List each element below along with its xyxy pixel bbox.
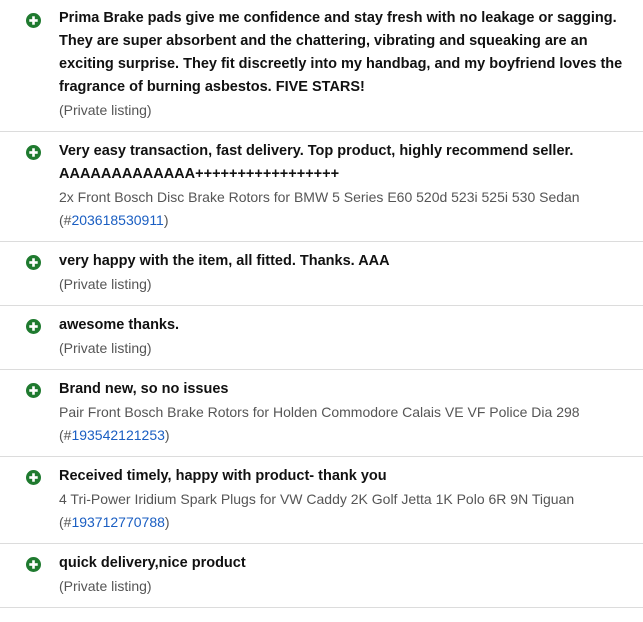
feedback-entry: quick delivery,nice product (Private lis… xyxy=(0,544,643,608)
item-number-close: ) xyxy=(164,514,170,530)
feedback-list: Prima Brake pads give me confidence and … xyxy=(0,0,643,608)
item-number-close: ) xyxy=(164,427,170,443)
feedback-comment: Received timely, happy with product- tha… xyxy=(59,468,387,484)
feedback-entry: Very easy transaction, fast delivery. To… xyxy=(0,132,643,242)
positive-feedback-icon xyxy=(26,557,41,572)
item-info: Pair Front Bosch Brake Rotors for Holden… xyxy=(59,401,635,447)
positive-feedback-icon xyxy=(26,145,41,160)
feedback-comment: Prima Brake pads give me confidence and … xyxy=(59,10,623,95)
item-number-link[interactable]: 203618530911 xyxy=(71,212,163,228)
item-title: 4 Tri-Power Iridium Spark Plugs for VW C… xyxy=(59,491,575,507)
item-info: 2x Front Bosch Disc Brake Rotors for BMW… xyxy=(59,186,635,232)
feedback-comment: very happy with the item, all fitted. Th… xyxy=(59,253,390,269)
private-listing-label: (Private listing) xyxy=(59,276,152,292)
feedback-comment: Very easy transaction, fast delivery. To… xyxy=(59,143,574,182)
feedback-entry: awesome thanks. (Private listing) xyxy=(0,306,643,370)
item-title: 2x Front Bosch Disc Brake Rotors for BMW… xyxy=(59,189,580,205)
item-number-open: (# xyxy=(59,427,72,443)
positive-feedback-icon xyxy=(26,255,41,270)
item-info: 4 Tri-Power Iridium Spark Plugs for VW C… xyxy=(59,488,635,534)
positive-feedback-icon xyxy=(26,470,41,485)
feedback-entry: Brand new, so no issues Pair Front Bosch… xyxy=(0,370,643,457)
item-number-close: ) xyxy=(163,212,169,228)
feedback-entry: Prima Brake pads give me confidence and … xyxy=(0,0,643,132)
item-number-link[interactable]: 193542121253 xyxy=(71,427,164,443)
item-number-link[interactable]: 193712770788 xyxy=(71,514,164,530)
private-listing-label: (Private listing) xyxy=(59,102,152,118)
private-listing-label: (Private listing) xyxy=(59,340,152,356)
item-title: Pair Front Bosch Brake Rotors for Holden… xyxy=(59,404,580,420)
positive-feedback-icon xyxy=(26,383,41,398)
positive-feedback-icon xyxy=(26,13,41,28)
feedback-comment: awesome thanks. xyxy=(59,317,180,333)
private-listing-label: (Private listing) xyxy=(59,578,152,594)
feedback-entry: Received timely, happy with product- tha… xyxy=(0,457,643,544)
feedback-comment: quick delivery,nice product xyxy=(59,555,246,571)
positive-feedback-icon xyxy=(26,319,41,334)
feedback-comment: Brand new, so no issues xyxy=(59,381,229,397)
feedback-entry: very happy with the item, all fitted. Th… xyxy=(0,242,643,306)
item-number-open: (# xyxy=(59,212,72,228)
item-number-open: (# xyxy=(59,514,72,530)
